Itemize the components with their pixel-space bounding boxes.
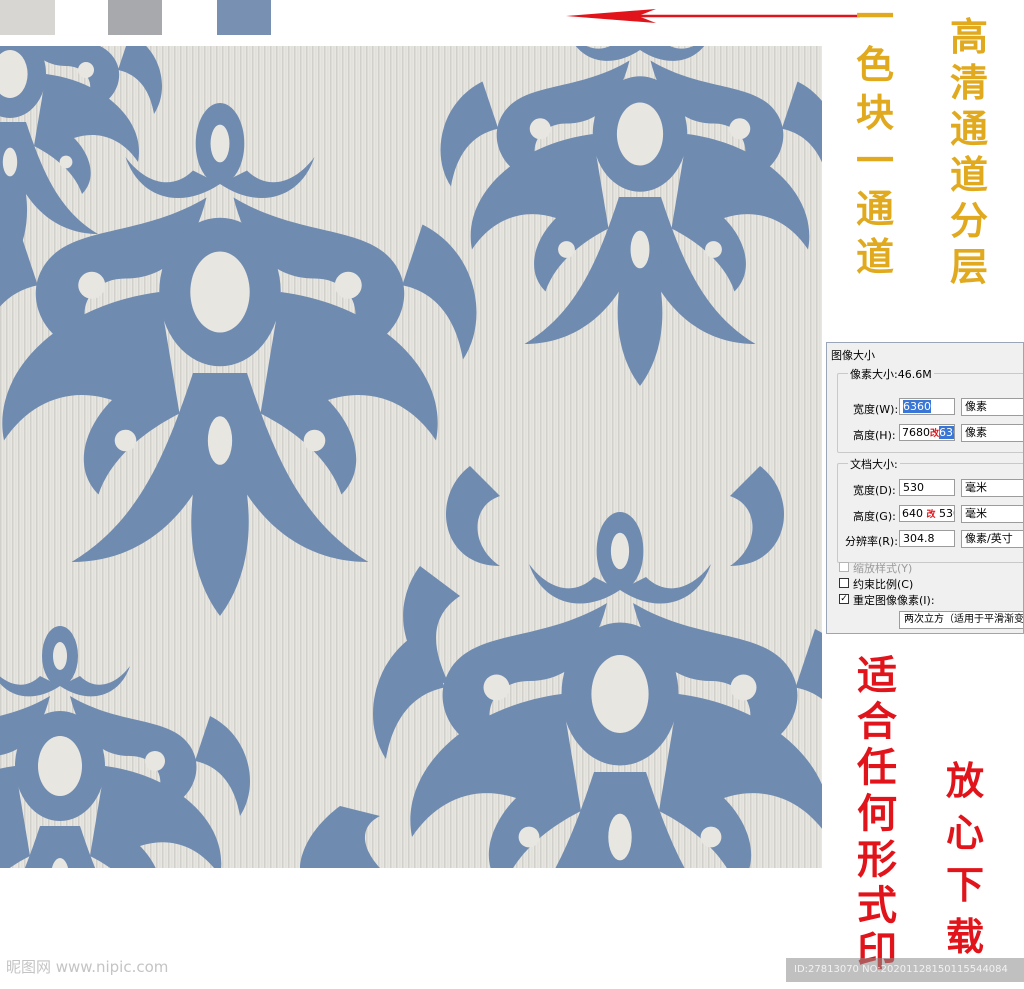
right-vertical-annotation: 高 清 通 道 分 层	[950, 18, 988, 286]
pixel-height-unit-select[interactable]: 像素⌄	[961, 424, 1023, 442]
doc-height-change-mark: 改	[926, 510, 936, 520]
pixel-height-change-mark: 改	[930, 429, 940, 439]
doc-height-unit-select[interactable]: 毫米	[961, 505, 1023, 523]
scale-styles-checkbox[interactable]	[839, 562, 849, 572]
red-vertical-annotation-2: 放 心 下 载	[946, 762, 984, 956]
resample-checkbox[interactable]: ✓	[839, 594, 849, 604]
annotation-char: 合	[857, 698, 897, 745]
pixel-height-input[interactable]: 7680改6360	[899, 424, 955, 441]
doc-width-unit-select[interactable]: 毫米	[961, 479, 1023, 497]
dialog-title: 图像大小	[831, 349, 875, 362]
pixel-dimensions-label: 像素大小:46.6M	[848, 366, 934, 382]
scale-styles-label: 缩放样式(Y)	[853, 562, 913, 575]
doc-width-input[interactable]: 530	[899, 479, 955, 496]
annotation-char: 块	[856, 90, 895, 135]
doc-height-input[interactable]: 640 改 530	[899, 505, 955, 522]
annotation-char: 通	[950, 106, 989, 151]
doc-height-label: 高度(G):	[853, 510, 896, 523]
red-arrow-icon	[566, 9, 860, 23]
constrain-proportions-checkbox[interactable]	[839, 578, 849, 588]
annotation-char: 高	[950, 14, 989, 59]
annotation-char: 任	[857, 744, 897, 791]
annotation-char: 载	[946, 914, 985, 959]
annotation-char: 层	[950, 244, 989, 289]
red-vertical-annotation-1: 适 合 任 何 形 式 印	[857, 656, 897, 972]
doc-height-old-value: 640	[902, 507, 923, 520]
pixel-height-label: 高度(H):	[853, 429, 896, 442]
doc-width-value: 530	[903, 481, 924, 494]
pixel-height-new-value: 6360	[939, 426, 954, 439]
annotation-char: 清	[950, 60, 989, 105]
annotation-char: 形	[857, 836, 897, 883]
constrain-proportions-label: 约束比例(C)	[853, 578, 914, 591]
resolution-input[interactable]: 304.8	[899, 530, 955, 547]
annotation-char: 何	[857, 790, 897, 837]
annotation-char: 一	[856, 138, 895, 183]
pixel-width-value: 6360	[903, 400, 931, 413]
watermark-right: ID:27813070 NO:20201128150115544084	[786, 958, 1024, 982]
annotation-char: 适	[857, 652, 897, 699]
pixel-width-unit-select[interactable]: 像素⌄	[961, 398, 1023, 416]
image-size-dialog: 图像大小 像素大小:46.6M 宽度(W): 6360 像素⌄ 高度(H): 7…	[826, 342, 1024, 634]
resolution-value: 304.8	[903, 532, 935, 545]
annotation-char: 通	[856, 186, 895, 231]
pixel-height-old-value: 7680	[902, 426, 930, 439]
doc-height-unit: 毫米	[965, 507, 987, 520]
resample-method-select[interactable]: 两次立方（适用于平滑渐变	[899, 611, 1024, 629]
annotation-char: 道	[950, 152, 989, 197]
annotation-char: 一	[856, 0, 895, 39]
annotation-char: 放	[946, 758, 985, 803]
resolution-unit-select[interactable]: 像素/英寸	[961, 530, 1023, 548]
doc-width-unit: 毫米	[965, 481, 987, 494]
color-swatch-2	[108, 0, 162, 35]
watermark-left: 昵图网 www.nipic.com	[6, 958, 169, 976]
resolution-label: 分辨率(R):	[845, 535, 898, 548]
checkmark-icon: ✓	[840, 594, 848, 604]
damask-pattern	[0, 46, 822, 868]
annotation-char: 心	[946, 810, 985, 855]
pixel-width-label: 宽度(W):	[853, 403, 899, 416]
doc-height-new-value: 530	[939, 507, 954, 520]
pixel-width-input[interactable]: 6360	[899, 398, 955, 415]
pixel-width-unit: 像素	[965, 400, 987, 413]
doc-width-label: 宽度(D):	[853, 484, 896, 497]
color-swatch-3	[217, 0, 271, 35]
document-size-label: 文档大小:	[848, 456, 900, 472]
annotation-char: 色	[856, 42, 895, 87]
annotation-char: 分	[950, 198, 989, 243]
resample-label: 重定图像像素(I):	[853, 594, 935, 607]
annotation-char: 式	[857, 882, 897, 929]
color-swatch-1	[0, 0, 55, 35]
annotation-char: 下	[946, 862, 985, 907]
pixel-height-unit: 像素	[965, 426, 987, 439]
resample-method-value: 两次立方（适用于平滑渐变	[904, 614, 1024, 625]
resolution-unit: 像素/英寸	[965, 532, 1013, 545]
left-vertical-annotation: 一 色 块 一 通 道	[856, 0, 894, 276]
annotation-char: 道	[856, 234, 895, 279]
